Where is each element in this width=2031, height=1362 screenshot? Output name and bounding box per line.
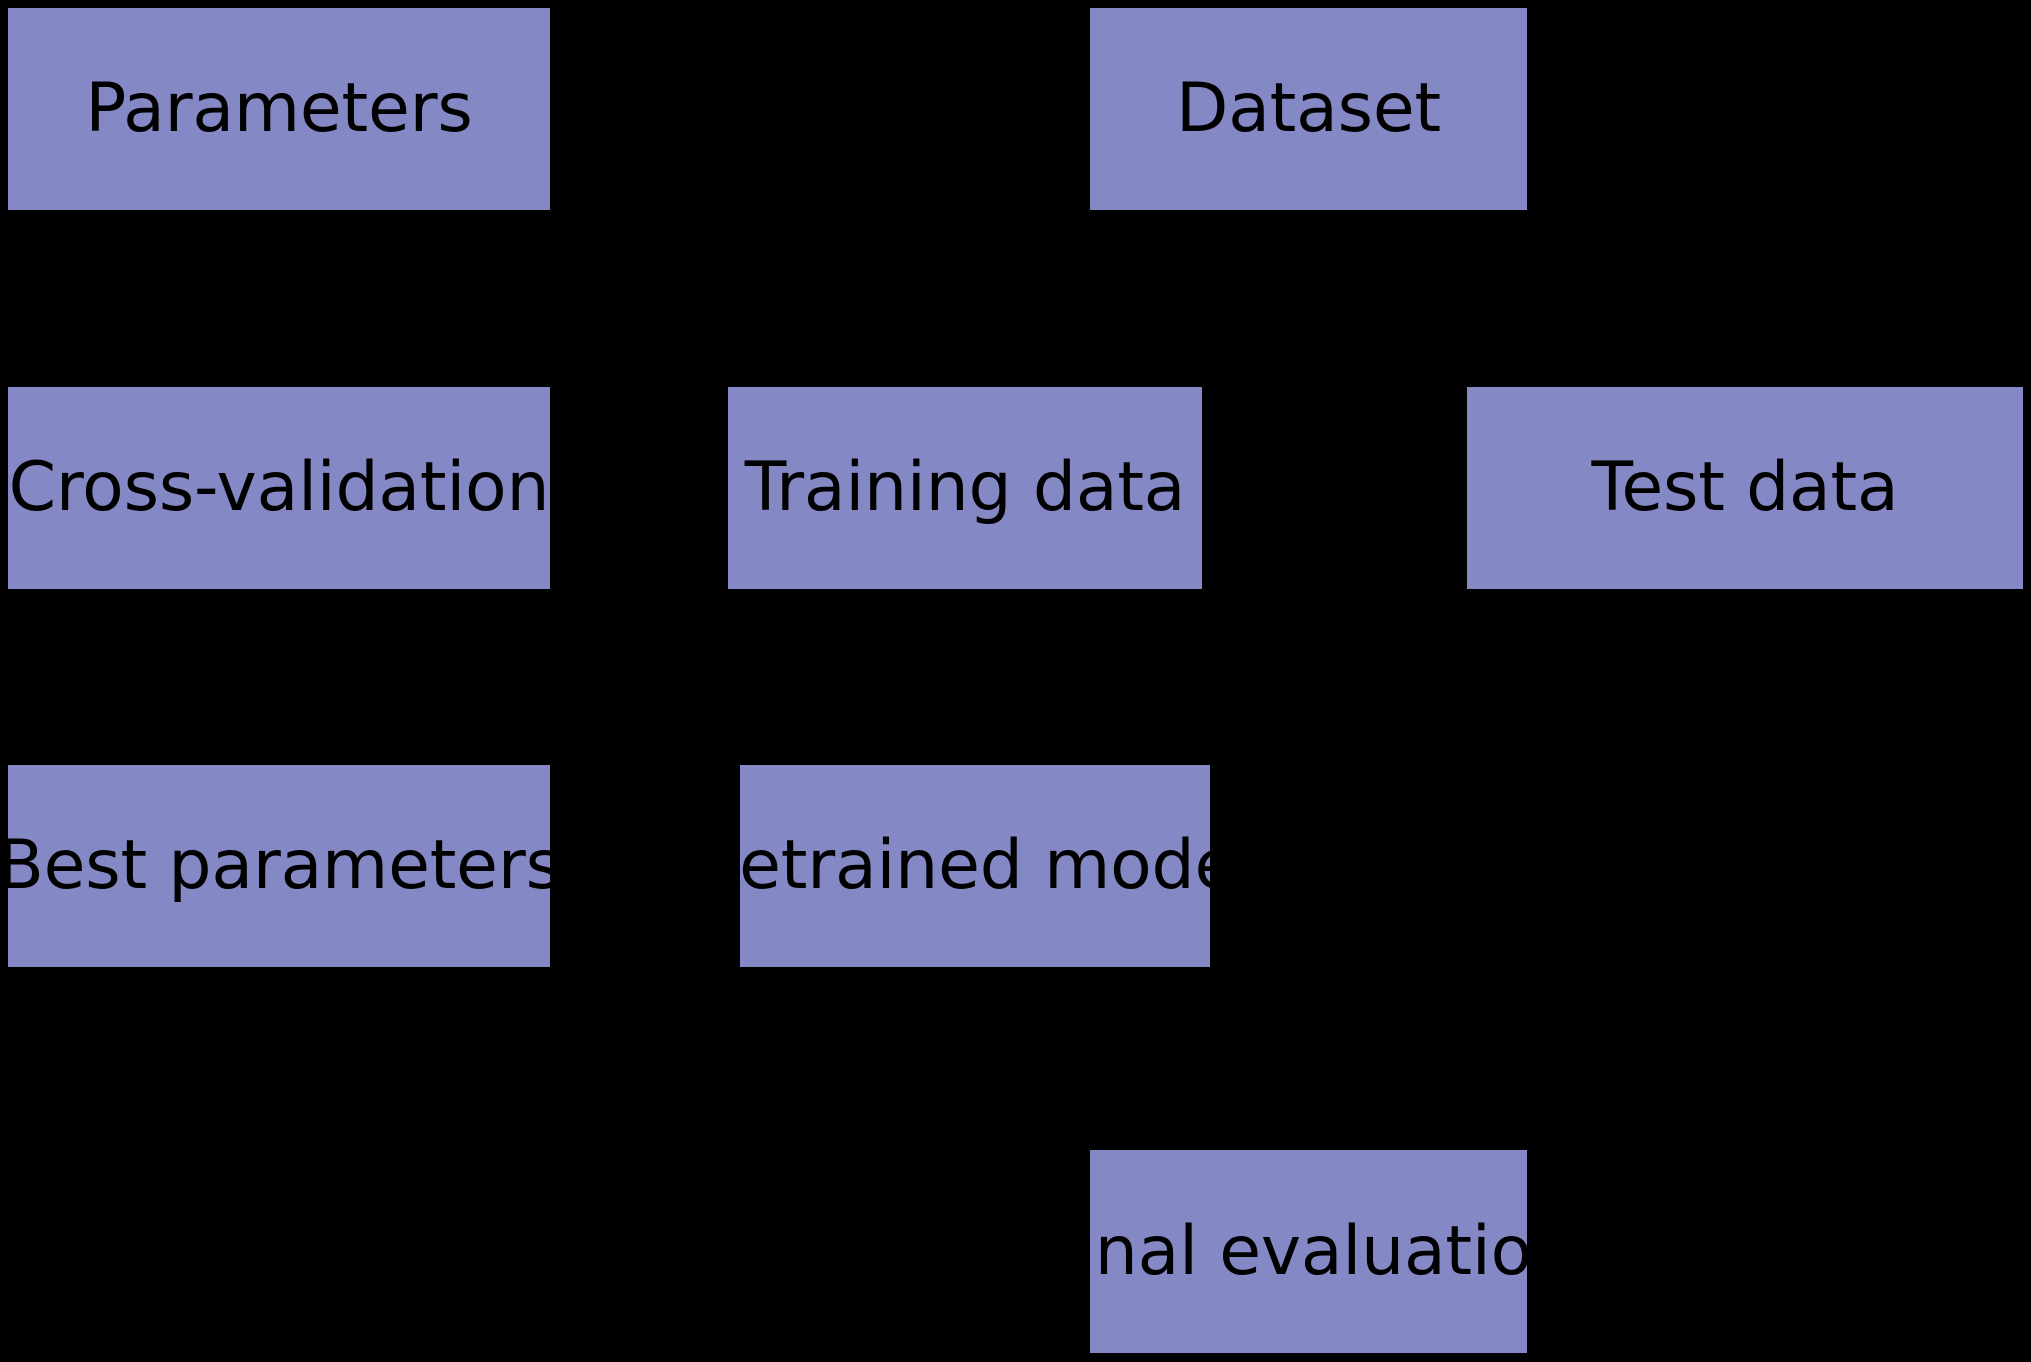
diagram-node-label: Test data — [1591, 448, 1899, 527]
diagram-canvas: Parameters Dataset Cross-validation Trai… — [0, 0, 2031, 1362]
diagram-node-label: Cross-validation — [8, 448, 550, 527]
diagram-node-label: Final evaluation — [1042, 1211, 1575, 1291]
diagram-node-label: Dataset — [1176, 69, 1441, 148]
diagram-node-test-data[interactable]: Test data — [1467, 387, 2023, 589]
diagram-node-training-data[interactable]: Training data — [728, 387, 1202, 589]
diagram-node-best-parameters[interactable]: Best parameters — [0, 765, 561, 967]
diagram-node-label: Training data — [744, 448, 1186, 527]
diagram-node-parameters[interactable]: Parameters — [8, 8, 550, 210]
diagram-node-label: Best parameters — [0, 826, 561, 905]
diagram-node-retrained-model[interactable]: Retrained model — [695, 765, 1255, 967]
diagram-node-cross-validation[interactable]: Cross-validation — [8, 387, 550, 589]
diagram-node-final-evaluation[interactable]: Final evaluation — [1042, 1150, 1575, 1353]
diagram-node-label: Parameters — [85, 69, 473, 148]
diagram-node-dataset[interactable]: Dataset — [1090, 8, 1527, 210]
diagram-node-label: Retrained model — [695, 826, 1255, 905]
